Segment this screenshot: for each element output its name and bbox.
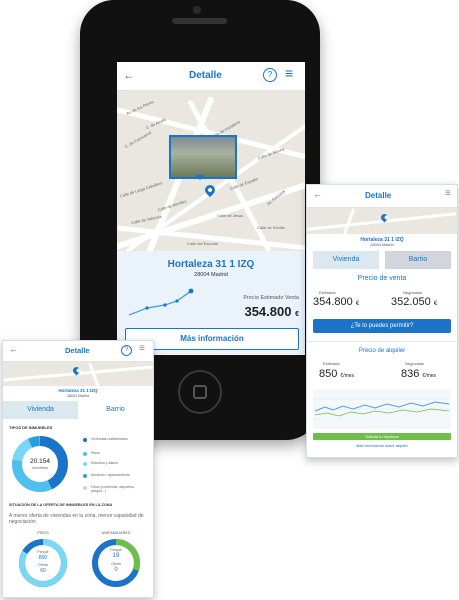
- unif-oferta-value: 0: [114, 567, 118, 573]
- back-arrow-icon[interactable]: ←: [9, 344, 18, 354]
- menu-icon[interactable]: ≡: [445, 188, 451, 199]
- estimated-price: 354.800: [244, 304, 292, 319]
- offer-text: A menor oferta de viviendas en la zona, …: [9, 513, 144, 525]
- building-photo: [171, 137, 235, 177]
- rent-unit: €/mes: [340, 373, 355, 379]
- home-button[interactable]: [178, 370, 222, 414]
- offer-title: SITUACIÓN DE LA OFERTA DE INMUEBLES EN L…: [9, 503, 113, 507]
- unifamiliares-title: UNIFAMILIARES: [101, 531, 131, 535]
- rent-info-link[interactable]: Más información sobre alquiler: [307, 444, 457, 448]
- estimated-sale-value: 354.800: [313, 296, 353, 308]
- help-icon[interactable]: ?: [121, 345, 132, 356]
- parque-label: Parque: [110, 548, 122, 552]
- rent-estimated-value: 850: [319, 368, 338, 380]
- price-trend-chart: [128, 288, 194, 316]
- divider: [307, 341, 457, 342]
- tab-vivienda[interactable]: Vivienda: [313, 251, 379, 269]
- mortgage-button[interactable]: Solicita tu hipoteca: [313, 433, 451, 440]
- menu-icon[interactable]: ≡: [139, 343, 145, 354]
- home-square-icon: [193, 385, 207, 399]
- card-header: ← Detalle ≡: [307, 185, 457, 208]
- help-icon[interactable]: ?: [263, 68, 277, 82]
- donut-total-label: Inmuebles: [31, 466, 49, 470]
- oferta-label: Oferta: [111, 562, 121, 566]
- trend-point: [145, 306, 149, 310]
- legend-label: Pisos: [91, 451, 100, 455]
- card-title: Detalle: [365, 191, 392, 200]
- map-street-label: Calle de Larga Caballero: [119, 180, 163, 199]
- afford-button[interactable]: ¿Te lo puedes permitir?: [313, 319, 451, 333]
- legend-dot: [83, 474, 87, 478]
- front-camera: [193, 6, 201, 14]
- property-city: 28004 Madrid: [194, 272, 228, 278]
- rent-unit: €/mes: [422, 373, 437, 379]
- card-header: ← Detalle ? ≡: [3, 341, 153, 362]
- parque-label: Parque: [37, 550, 49, 554]
- photo-pointer: [195, 175, 205, 180]
- card-city: 28004 Madrid: [370, 243, 394, 247]
- tab-barrio[interactable]: Barrio: [385, 251, 451, 269]
- price-trend-line: [128, 290, 192, 316]
- sale-price-title: Precio de venta: [357, 275, 407, 282]
- legend-dot: [83, 486, 87, 490]
- back-arrow-icon[interactable]: ←: [123, 68, 135, 82]
- map-street-label: Calle de Jesús: [217, 213, 244, 218]
- types-title: TIPOS DE INMUEBLES: [9, 425, 53, 430]
- card-city: 28004 Madrid: [67, 394, 89, 398]
- legend-label: Almacén / aparcamiento: [91, 473, 130, 477]
- currency-symbol: €: [433, 301, 438, 307]
- negotiated-label: Negociado: [403, 290, 423, 295]
- earpiece-speaker: [172, 18, 227, 24]
- pisos-title: PISOS: [37, 531, 49, 535]
- price-label: Precio Estimado Venta: [243, 295, 299, 301]
- legend-label: Estudios y áticos: [91, 461, 118, 465]
- trend-point: [163, 303, 167, 307]
- legend-label: Viviendas unifamiliares: [91, 437, 128, 441]
- detail-card-price: ← Detalle ≡ Hortaleza 31 1 IZQ 28004 Mad…: [306, 184, 458, 458]
- tab-barrio[interactable]: Barrio: [78, 401, 153, 419]
- pisos-parque-value: 800: [38, 555, 48, 561]
- phone-screen: ← Detalle ? ≡ Av. de los Reyes C. de Alc…: [117, 62, 305, 355]
- pisos-oferta-value: 60: [40, 568, 46, 574]
- rent-negotiated-label: Negociado: [405, 361, 425, 366]
- estimated-label: Estimado: [319, 290, 336, 295]
- donut-total: 20.154: [30, 458, 50, 465]
- map-street-label: Calle de Sevilla: [257, 225, 285, 230]
- map-road: [88, 362, 101, 386]
- legend-dot: [83, 452, 87, 456]
- rent-price-title: Precio de alquiler: [358, 348, 406, 354]
- map-view[interactable]: Av. de los Reyes C. de Alcalá C. de Fuen…: [117, 91, 305, 251]
- negotiated-sale-value: 352.050: [391, 296, 431, 308]
- card-title: Detalle: [65, 346, 90, 355]
- legend-dot: [83, 462, 87, 466]
- currency-symbol: €: [355, 301, 360, 307]
- tab-vivienda[interactable]: Vivienda: [3, 401, 78, 419]
- rent-history-chart: [313, 389, 451, 429]
- property-photo[interactable]: [169, 135, 237, 179]
- detail-card-neighbourhood: ← Detalle ? ≡ Hortaleza 31 1 IZQ 28004 M…: [2, 340, 154, 598]
- menu-icon[interactable]: ≡: [285, 65, 293, 81]
- legend-label: Otros (comercial, deportivo, parque...): [91, 485, 136, 493]
- mini-map[interactable]: [3, 362, 153, 386]
- back-arrow-icon[interactable]: ←: [313, 189, 322, 199]
- mini-map[interactable]: [307, 208, 457, 234]
- property-address: Hortaleza 31 1 IZQ: [167, 259, 255, 270]
- unif-parque-value: 19: [112, 553, 120, 559]
- rent-estimated-label: Estimado: [323, 361, 340, 366]
- map-street-label: Calle del Escorial: [187, 241, 218, 246]
- trend-point-current: [188, 288, 194, 294]
- map-street-label: C. de Fuencarral: [123, 129, 153, 150]
- map-road: [341, 208, 356, 234]
- legend-dot: [83, 438, 87, 442]
- currency-symbol: €: [295, 311, 299, 318]
- rent-negotiated-value: 836: [401, 368, 420, 380]
- phone-header: ← Detalle ? ≡: [117, 62, 305, 91]
- trend-point: [175, 299, 179, 303]
- card-address: Hortaleza 31 1 IZQ: [58, 388, 98, 393]
- oferta-label: Oferta: [38, 563, 48, 567]
- page-title: Detalle: [189, 70, 222, 81]
